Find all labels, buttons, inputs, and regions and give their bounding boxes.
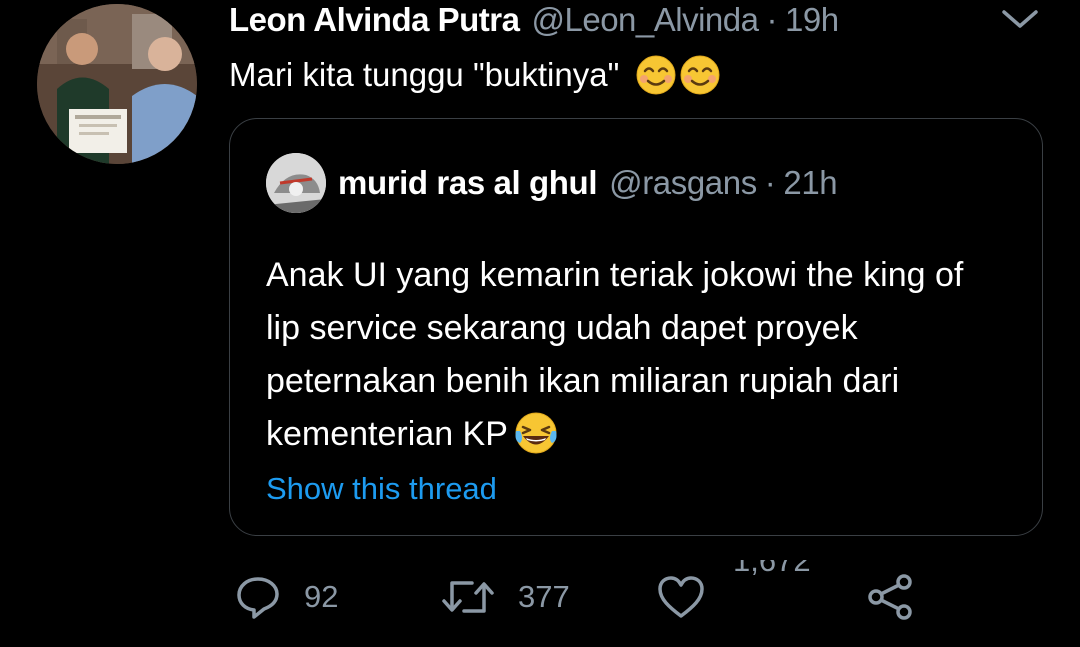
laughing-tears-emoji-icon	[514, 411, 558, 455]
quoted-tweet-card[interactable]: murid ras al ghul @rasgans · 21h Anak UI…	[229, 118, 1043, 536]
author-handle[interactable]: @Leon_Alvinda	[531, 1, 759, 39]
retweet-icon	[440, 573, 496, 621]
retweet-count: 377	[518, 579, 570, 614]
separator-dot: ·	[764, 164, 776, 201]
quoted-text: Anak UI yang kemarin teriak jokowi the k…	[266, 249, 1016, 461]
quoted-text-line-last: kementerian KP	[266, 408, 1016, 461]
quoted-text-line: lip service sekarang udah dapet proyek	[266, 309, 858, 347]
chevron-down-icon[interactable]	[1000, 6, 1040, 32]
tweet-time[interactable]: 19h	[785, 1, 839, 39]
tweet-text: Mari kita tunggu "buktinya"	[229, 54, 721, 96]
separator-dot: ·	[766, 1, 777, 38]
reply-icon	[234, 573, 282, 621]
quoted-time[interactable]: 21h	[783, 164, 837, 202]
tweet-header: Leon Alvinda Putra @Leon_Alvinda · 19h	[229, 0, 839, 40]
quoted-author-handle[interactable]: @rasgans	[609, 164, 757, 202]
quoted-author-avatar[interactable]	[266, 153, 326, 213]
share-button[interactable]	[866, 572, 916, 622]
tweet-screen: Leon Alvinda Putra @Leon_Alvinda · 19h M…	[0, 0, 1080, 647]
tweet-text-content: Mari kita tunggu "buktinya"	[229, 56, 620, 93]
author-avatar[interactable]	[37, 4, 197, 164]
share-icon	[866, 572, 916, 622]
like-count-value: 1,672	[733, 560, 811, 578]
quoted-header: murid ras al ghul @rasgans · 21h	[338, 161, 838, 205]
quoted-text-line: kementerian KP	[266, 415, 508, 453]
quoted-author-name[interactable]: murid ras al ghul	[338, 164, 597, 202]
smiling-face-emoji-icon	[679, 54, 721, 96]
quoted-text-line: Anak UI yang kemarin teriak jokowi the k…	[266, 256, 964, 294]
like-count: 1,672	[733, 560, 811, 590]
like-button[interactable]	[656, 572, 706, 622]
smiling-face-emoji-icon	[635, 54, 677, 96]
author-name[interactable]: Leon Alvinda Putra	[229, 1, 520, 39]
reply-count: 92	[304, 579, 339, 614]
heart-icon	[656, 573, 706, 621]
show-thread-link[interactable]: Show this thread	[266, 471, 497, 507]
reply-button[interactable]: 92	[234, 572, 338, 622]
quoted-text-line: peternakan benih ikan miliaran rupiah da…	[266, 362, 900, 400]
retweet-button[interactable]: 377	[440, 572, 570, 622]
